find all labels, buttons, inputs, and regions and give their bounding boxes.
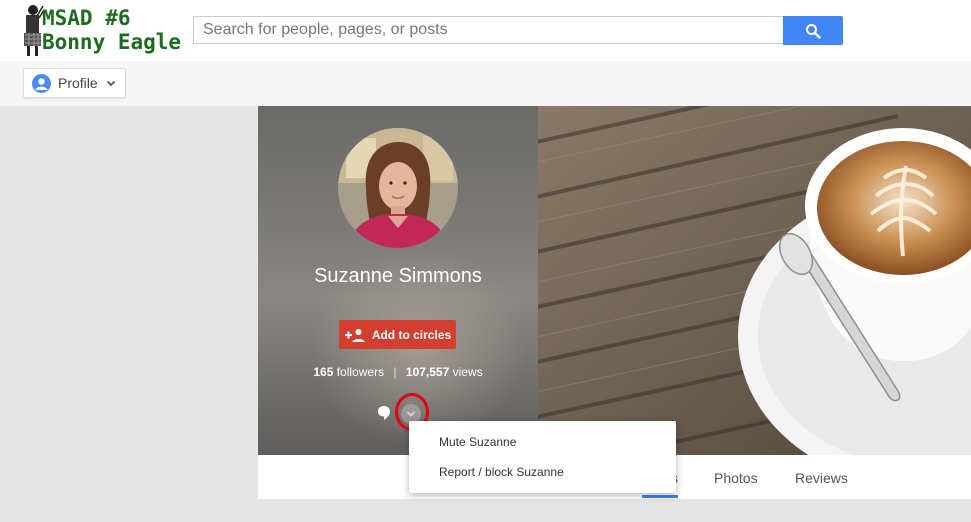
tab-reviews[interactable]: Reviews: [795, 470, 848, 486]
add-person-icon: [344, 328, 365, 342]
active-tab-indicator: [642, 495, 678, 498]
cover-coffee-image: [538, 106, 971, 455]
logo-line-1: MSAD #6: [42, 6, 131, 30]
chevron-down-icon: [106, 80, 115, 87]
site-logo[interactable]: MSAD #6 Bonny Eagle: [22, 2, 181, 60]
search-icon: [806, 23, 821, 39]
search-button[interactable]: [783, 16, 843, 45]
followers-count: 165: [313, 365, 334, 379]
comment-icon: [378, 406, 390, 420]
menu-item-report-block[interactable]: Report / block Suzanne: [439, 465, 564, 479]
add-to-circles-label: Add to circles: [371, 327, 452, 342]
profile-avatar-icon: [32, 73, 51, 93]
bagpiper-logo-icon: [24, 5, 44, 56]
chevron-down-icon: [406, 411, 416, 417]
search-box[interactable]: [193, 16, 783, 44]
views-count: 107,557: [405, 365, 450, 379]
views-label: views: [452, 365, 483, 379]
profile-nav-label: Profile: [58, 75, 98, 91]
add-to-circles-button[interactable]: Add to circles: [339, 320, 456, 349]
profile-stats: 165 followers | 107,557 views: [258, 365, 538, 379]
logo-line-2: Bonny Eagle: [42, 30, 182, 54]
top-bar: MSAD #6 Bonny Eagle: [0, 0, 971, 61]
profile-photo-image: [338, 128, 458, 248]
cover-photo: [538, 106, 971, 455]
search-input[interactable]: [194, 17, 783, 43]
sub-nav-bar: [0, 61, 971, 106]
comment-button[interactable]: [377, 405, 391, 426]
stats-separator: |: [393, 365, 397, 379]
profile-nav-button[interactable]: Profile: [23, 68, 126, 98]
profile-photo[interactable]: [338, 128, 458, 248]
followers-label: followers: [336, 365, 385, 379]
tab-photos[interactable]: Photos: [714, 470, 758, 486]
menu-item-mute[interactable]: Mute Suzanne: [439, 435, 516, 449]
options-menu: Mute Suzanne Report / block Suzanne: [409, 421, 676, 493]
profile-name: Suzanne Simmons: [314, 265, 482, 287]
